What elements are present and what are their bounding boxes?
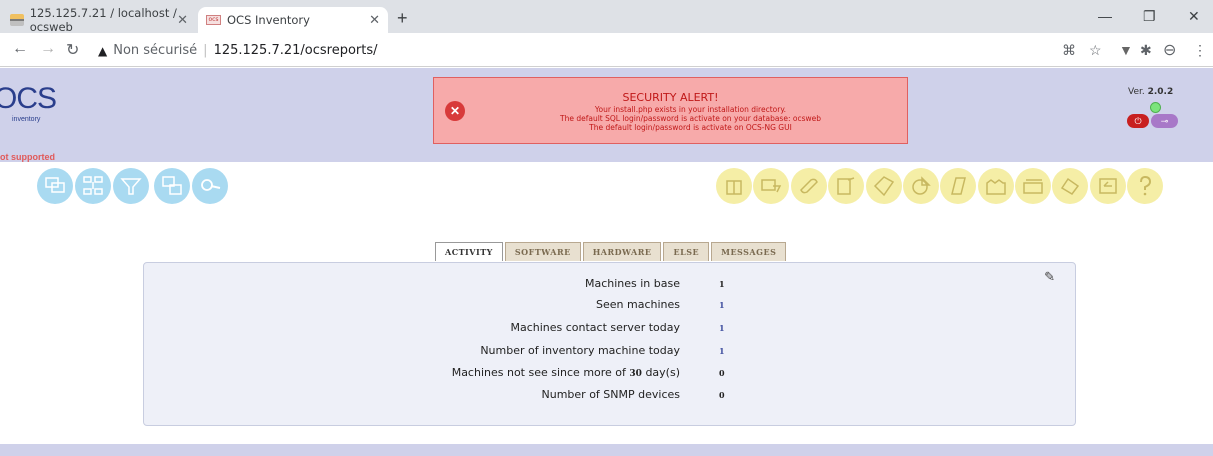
dashboard-tabs: ACTIVITY SOFTWARE HARDWARE ELSE MESSAGES <box>435 242 788 262</box>
stat-row: Number of SNMP devices 0 <box>144 388 1075 406</box>
status-dot-icon <box>1150 102 1161 113</box>
extension-badge-icon[interactable]: ▼ <box>1119 42 1133 58</box>
alert-line: The default login/password is activate o… <box>589 123 792 132</box>
stat-label: Number of SNMP devices <box>541 388 680 401</box>
stat-row: Machines in base 1 <box>144 277 1075 295</box>
stat-value-link[interactable]: 1 <box>719 300 725 310</box>
profile-avatar-icon[interactable]: ⊖ <box>1163 40 1176 60</box>
stat-label: Number of inventory machine today <box>480 344 680 357</box>
reload-icon[interactable]: ↻ <box>66 40 79 60</box>
address-bar: ← → ↻ ▲ Non sécurisé | 125.125.7.21/ocsr… <box>0 33 1213 67</box>
tab-title: 125.125.7.21 / localhost / ocsweb <box>29 6 177 34</box>
alert-title: SECURITY ALERT! <box>622 91 719 104</box>
building-icon[interactable] <box>978 168 1014 204</box>
window-stack-icon[interactable] <box>1015 168 1051 204</box>
url-field[interactable]: ▲ Non sécurisé | 125.125.7.21/ocsreports… <box>98 43 378 58</box>
logo-text: OCS <box>0 82 57 115</box>
warning-icon: ▲ <box>98 43 108 58</box>
tab-activity[interactable]: ACTIVITY <box>435 242 503 261</box>
logo-subtitle: inventory <box>12 116 41 123</box>
search-magnifier-icon[interactable] <box>192 168 228 204</box>
menu-kebab-icon[interactable]: ⋮ <box>1193 42 1207 59</box>
close-tab-icon[interactable]: ✕ <box>369 13 380 28</box>
notes-icon[interactable] <box>940 168 976 204</box>
tab-title: OCS Inventory <box>227 13 310 27</box>
back-arrow-icon[interactable] <box>1090 168 1126 204</box>
stat-label: Machines in base <box>584 277 680 290</box>
forward-icon[interactable]: → <box>40 40 56 58</box>
tab-software[interactable]: SOFTWARE <box>504 242 581 261</box>
duplicates-windows-icon[interactable] <box>154 168 190 204</box>
maximize-icon[interactable]: ❐ <box>1143 8 1156 25</box>
version-label: Ver. 2.0.2 <box>1128 87 1174 97</box>
alert-line: Your install.php exists in your installa… <box>594 105 787 114</box>
stat-row: Seen machines 1 <box>144 298 1075 316</box>
new-tab-button[interactable]: + <box>397 8 408 29</box>
security-alert: ✕ SECURITY ALERT! Your install.php exist… <box>433 77 908 144</box>
stat-value-link[interactable]: 1 <box>719 323 725 333</box>
tab-hardware[interactable]: HARDWARE <box>582 242 662 261</box>
bookmark-star-icon[interactable]: ☆ <box>1089 42 1102 59</box>
groups-network-icon[interactable] <box>75 168 111 204</box>
browser-tab-ocs[interactable]: ocs OCS Inventory ✕ <box>198 7 388 33</box>
ocs-favicon-icon: ocs <box>206 15 221 25</box>
stat-label: Machines contact server today <box>510 321 680 334</box>
stat-label: Machines not see since more of 30 day(s) <box>451 366 680 379</box>
document-edit-icon[interactable] <box>828 168 864 204</box>
back-icon[interactable]: ← <box>12 40 28 58</box>
all-computers-icon[interactable] <box>37 168 73 204</box>
logout-power-button[interactable]: ⏻ <box>1127 114 1149 128</box>
translate-icon[interactable]: ⌘ <box>1062 42 1076 59</box>
close-window-icon[interactable]: ✕ <box>1188 8 1200 25</box>
tab-messages[interactable]: MESSAGES <box>711 242 787 261</box>
minimize-icon[interactable]: — <box>1098 8 1112 24</box>
tab-else[interactable]: ELSE <box>663 242 710 261</box>
ocs-header: OCS inventory ot supported ✕ SECURITY AL… <box>0 68 1213 162</box>
stat-value-link[interactable]: 1 <box>719 346 725 356</box>
stat-value: 0 <box>719 390 725 400</box>
tag-label-icon[interactable] <box>866 168 902 204</box>
stat-row: Machines contact server today 1 <box>144 321 1075 339</box>
help-question-icon[interactable] <box>1127 168 1163 204</box>
error-x-icon: ✕ <box>445 101 465 121</box>
stat-label: Seen machines <box>596 298 680 311</box>
not-supported-notice: ot supported <box>0 152 55 162</box>
change-password-key-button[interactable]: ⊸ <box>1151 114 1178 128</box>
stat-row: Machines not see since more of 30 day(s)… <box>144 366 1075 384</box>
browser-tabbar: 125.125.7.21 / localhost / ocsweb ✕ ocs … <box>0 0 1213 34</box>
alert-line: The default SQL login/password is activa… <box>560 114 821 123</box>
url-separator: | <box>203 43 208 58</box>
url-text: 125.125.7.21/ocsreports/ <box>213 43 378 58</box>
page-footer <box>0 444 1213 456</box>
insecure-label: Non sécurisé <box>113 43 198 58</box>
activity-panel: ✎ Machines in base 1 Seen machines 1 Mac… <box>143 262 1076 426</box>
hand-help-icon[interactable] <box>1052 168 1088 204</box>
browser-tab-phpmyadmin[interactable]: 125.125.7.21 / localhost / ocsweb ✕ <box>10 6 196 34</box>
deploy-package-icon[interactable] <box>716 168 752 204</box>
tools-wrench-icon[interactable] <box>791 168 827 204</box>
filter-funnel-icon[interactable] <box>113 168 149 204</box>
close-tab-icon[interactable]: ✕ <box>177 13 188 28</box>
stat-row: Number of inventory machine today 1 <box>144 344 1075 362</box>
stat-value: 0 <box>719 368 725 378</box>
stat-value: 1 <box>719 279 725 289</box>
ocs-logo[interactable]: OCS inventory <box>0 82 84 132</box>
pie-chart-icon[interactable] <box>903 168 939 204</box>
configuration-icon[interactable] <box>753 168 789 204</box>
phpmyadmin-favicon-icon <box>10 14 24 26</box>
extensions-puzzle-icon[interactable]: ✱ <box>1140 42 1152 59</box>
